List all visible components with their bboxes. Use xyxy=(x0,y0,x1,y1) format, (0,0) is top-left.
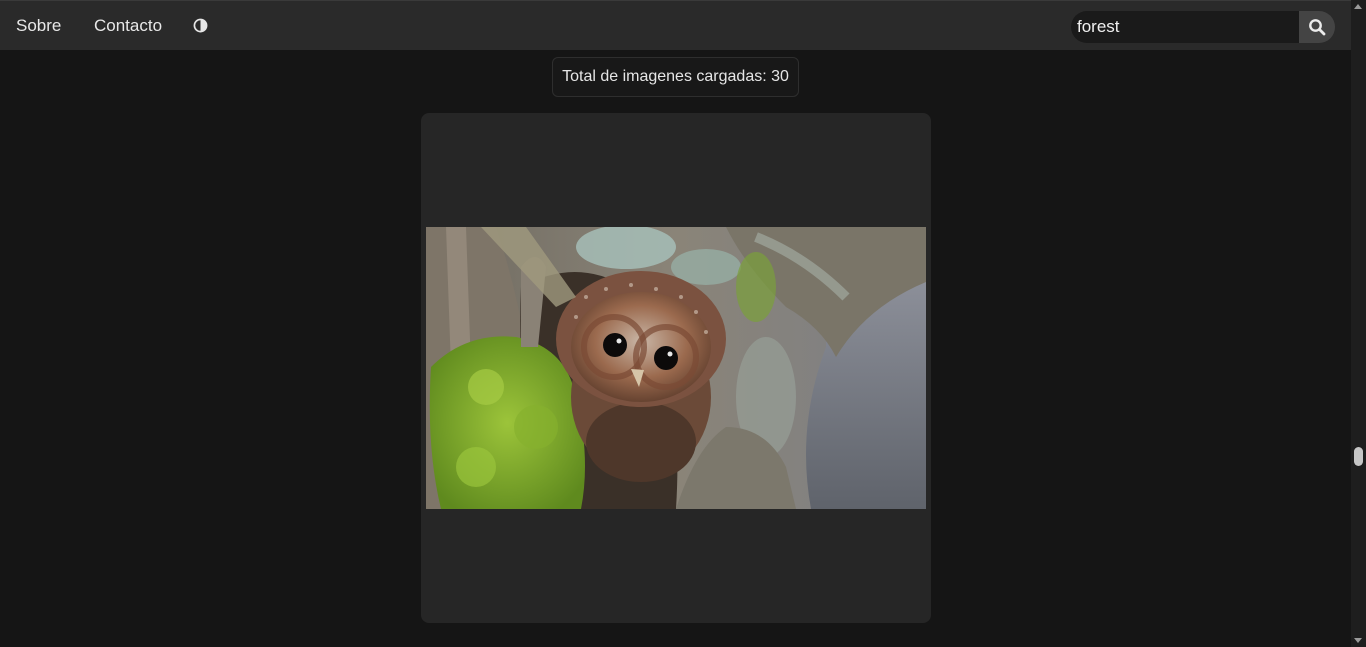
search-form xyxy=(1071,11,1335,43)
search-input[interactable] xyxy=(1071,11,1299,43)
image-card xyxy=(421,113,931,623)
theme-toggle-button[interactable] xyxy=(193,18,208,33)
owl-photo[interactable] xyxy=(426,227,926,509)
scroll-thumb[interactable] xyxy=(1354,447,1363,466)
contrast-icon xyxy=(193,18,208,33)
navbar: Sobre Contacto xyxy=(0,0,1351,50)
nav-link-sobre[interactable]: Sobre xyxy=(16,16,61,36)
owl-image xyxy=(426,227,926,509)
search-icon xyxy=(1309,19,1326,36)
images-loaded-counter: Total de imagenes cargadas: 30 xyxy=(552,57,799,97)
page-scrollbar[interactable] xyxy=(1351,0,1366,647)
search-button[interactable] xyxy=(1299,11,1335,43)
nav-link-contacto[interactable]: Contacto xyxy=(94,16,162,36)
scroll-down-arrow-icon[interactable] xyxy=(1354,638,1362,643)
scroll-up-arrow-icon[interactable] xyxy=(1354,4,1362,9)
page-content: Sobre Contacto Total de imagenes cargada xyxy=(0,0,1351,647)
